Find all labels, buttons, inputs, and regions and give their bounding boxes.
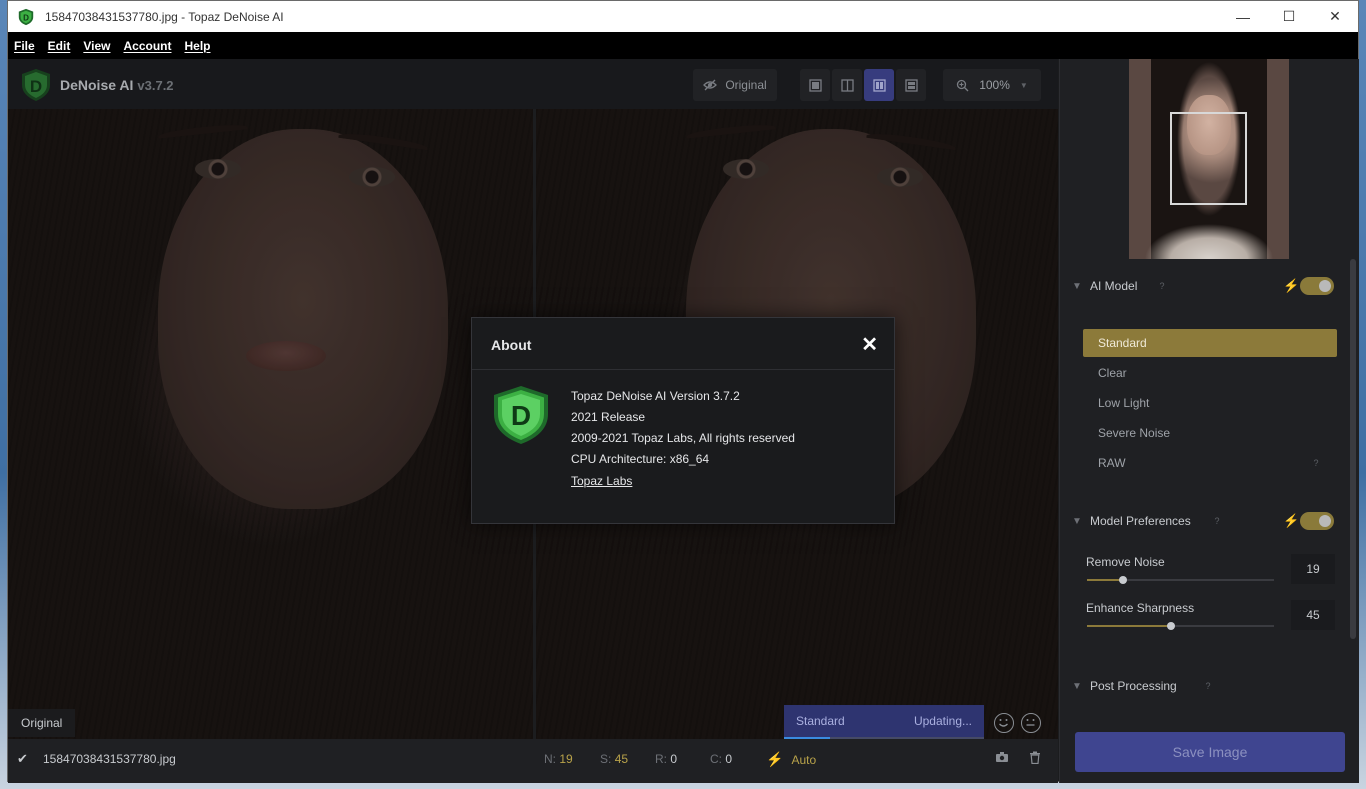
svg-text:D: D xyxy=(511,400,531,431)
about-info: Topaz DeNoise AI Version 3.7.2 2021 Rele… xyxy=(571,386,795,470)
recover-stat: R: 0 xyxy=(655,752,678,766)
close-icon[interactable]: ✕ xyxy=(861,332,878,357)
about-dialog: About ✕ D Topaz DeNoise AI Version 3.7.2… xyxy=(471,317,895,524)
ai-model-toggle[interactable] xyxy=(1300,277,1334,295)
help-icon[interactable]: ? xyxy=(1201,679,1215,693)
help-icon[interactable]: ? xyxy=(1155,279,1169,293)
processing-progress: Standard Updating... xyxy=(784,705,984,741)
camera-icon[interactable] xyxy=(995,751,1009,766)
save-image-button[interactable]: Save Image xyxy=(1075,732,1345,772)
auto-label: Auto xyxy=(791,752,817,767)
about-dialog-header: About ✕ xyxy=(472,318,894,370)
original-image-label: Original xyxy=(8,709,76,737)
color-stat: C: 0 xyxy=(710,752,733,766)
about-cpu-architecture: CPU Architecture: x86_64 xyxy=(571,452,710,466)
denoise-logo-icon: D xyxy=(494,386,548,444)
panel-scrollbar[interactable] xyxy=(1350,259,1356,639)
post-processing-section-header[interactable]: ▼ Post Processing ? xyxy=(1060,671,1360,701)
close-button[interactable]: ✕ xyxy=(1312,1,1358,32)
ai-model-section-header[interactable]: ▼ AI Model ? ⚡ xyxy=(1060,271,1360,301)
enhance-sharpness-fill xyxy=(1087,625,1172,627)
chevron-down-icon: ▼ xyxy=(1072,680,1082,692)
ai-model-label: AI Model xyxy=(1090,279,1138,293)
model-preferences-toggle[interactable] xyxy=(1300,512,1334,530)
lightning-icon: ⚡ xyxy=(1283,278,1300,293)
app-window: D 15847038431537780.jpg - Topaz DeNoise … xyxy=(7,0,1359,783)
remove-noise-value[interactable]: 19 xyxy=(1291,554,1335,584)
progress-model-label: Standard xyxy=(796,714,845,728)
model-preferences-label: Model Preferences xyxy=(1090,514,1191,528)
menu-help[interactable]: Help xyxy=(184,39,210,53)
about-release: 2021 Release xyxy=(571,410,646,424)
chevron-down-icon: ▼ xyxy=(1072,515,1082,527)
settings-panel: ▼ AI Model ? ⚡ Standard Clear Low Light … xyxy=(1059,59,1359,783)
about-copyright: 2009-2021 Topaz Labs, All rights reserve… xyxy=(571,431,795,445)
smiley-neutral-icon[interactable] xyxy=(1021,713,1041,733)
navigator-thumbnail[interactable] xyxy=(1129,59,1289,259)
progress-status-label: Updating... xyxy=(913,714,972,728)
remove-noise-slider[interactable] xyxy=(1087,576,1274,584)
enhance-sharpness-value[interactable]: 45 xyxy=(1291,600,1335,630)
sharpness-stat: S: 45 xyxy=(600,752,629,766)
smiley-happy-icon[interactable] xyxy=(994,713,1014,733)
auto-button[interactable]: ⚡ Auto xyxy=(766,751,816,768)
enhance-sharpness-knob[interactable] xyxy=(1167,622,1176,630)
checkmark-icon[interactable]: ✔ xyxy=(17,751,28,767)
about-dialog-title: About xyxy=(491,337,532,353)
lightning-icon: ⚡ xyxy=(766,751,784,767)
menu-account[interactable]: Account xyxy=(123,39,171,53)
title-bar: D 15847038431537780.jpg - Topaz DeNoise … xyxy=(8,1,1358,32)
noise-stat: N: 19 xyxy=(544,752,573,766)
chevron-down-icon: ▼ xyxy=(1072,280,1082,292)
svg-text:D: D xyxy=(23,13,29,22)
help-icon[interactable]: ? xyxy=(1309,456,1323,470)
post-processing-label: Post Processing xyxy=(1090,679,1177,693)
model-option-raw[interactable]: RAW? xyxy=(1083,449,1337,477)
menu-file[interactable]: File xyxy=(14,39,35,53)
remove-noise-fill xyxy=(1087,579,1123,581)
navigator-viewport-box[interactable] xyxy=(1170,112,1247,205)
file-name: 15847038431537780.jpg xyxy=(43,752,176,766)
window-controls: — ☐ ✕ xyxy=(1220,1,1358,32)
topaz-labs-link[interactable]: Topaz Labs xyxy=(571,474,632,488)
lightning-icon: ⚡ xyxy=(1283,513,1300,528)
menu-view[interactable]: View xyxy=(83,39,110,53)
model-preferences-section-header[interactable]: ▼ Model Preferences ? ⚡ xyxy=(1060,506,1360,536)
maximize-button[interactable]: ☐ xyxy=(1266,1,1312,32)
model-option-low-light[interactable]: Low Light xyxy=(1083,389,1337,417)
trash-icon[interactable] xyxy=(1029,751,1041,767)
menu-edit[interactable]: Edit xyxy=(48,39,71,53)
remove-noise-knob[interactable] xyxy=(1118,576,1127,584)
model-option-clear[interactable]: Clear xyxy=(1083,359,1337,387)
remove-noise-label: Remove Noise xyxy=(1086,555,1165,569)
about-version: Topaz DeNoise AI Version 3.7.2 xyxy=(571,389,740,403)
help-icon[interactable]: ? xyxy=(1210,514,1224,528)
model-option-severe-noise[interactable]: Severe Noise xyxy=(1083,419,1337,447)
model-option-standard[interactable]: Standard xyxy=(1083,329,1337,357)
window-title: 15847038431537780.jpg - Topaz DeNoise AI xyxy=(45,9,284,24)
minimize-button[interactable]: — xyxy=(1220,1,1266,32)
app-logo-icon: D xyxy=(18,8,34,25)
menu-bar: File Edit View Account Help xyxy=(8,32,1358,59)
status-bar: ✔ 15847038431537780.jpg N: 19 S: 45 R: 0… xyxy=(8,739,1058,783)
enhance-sharpness-slider[interactable] xyxy=(1087,622,1274,630)
enhance-sharpness-label: Enhance Sharpness xyxy=(1086,601,1195,615)
